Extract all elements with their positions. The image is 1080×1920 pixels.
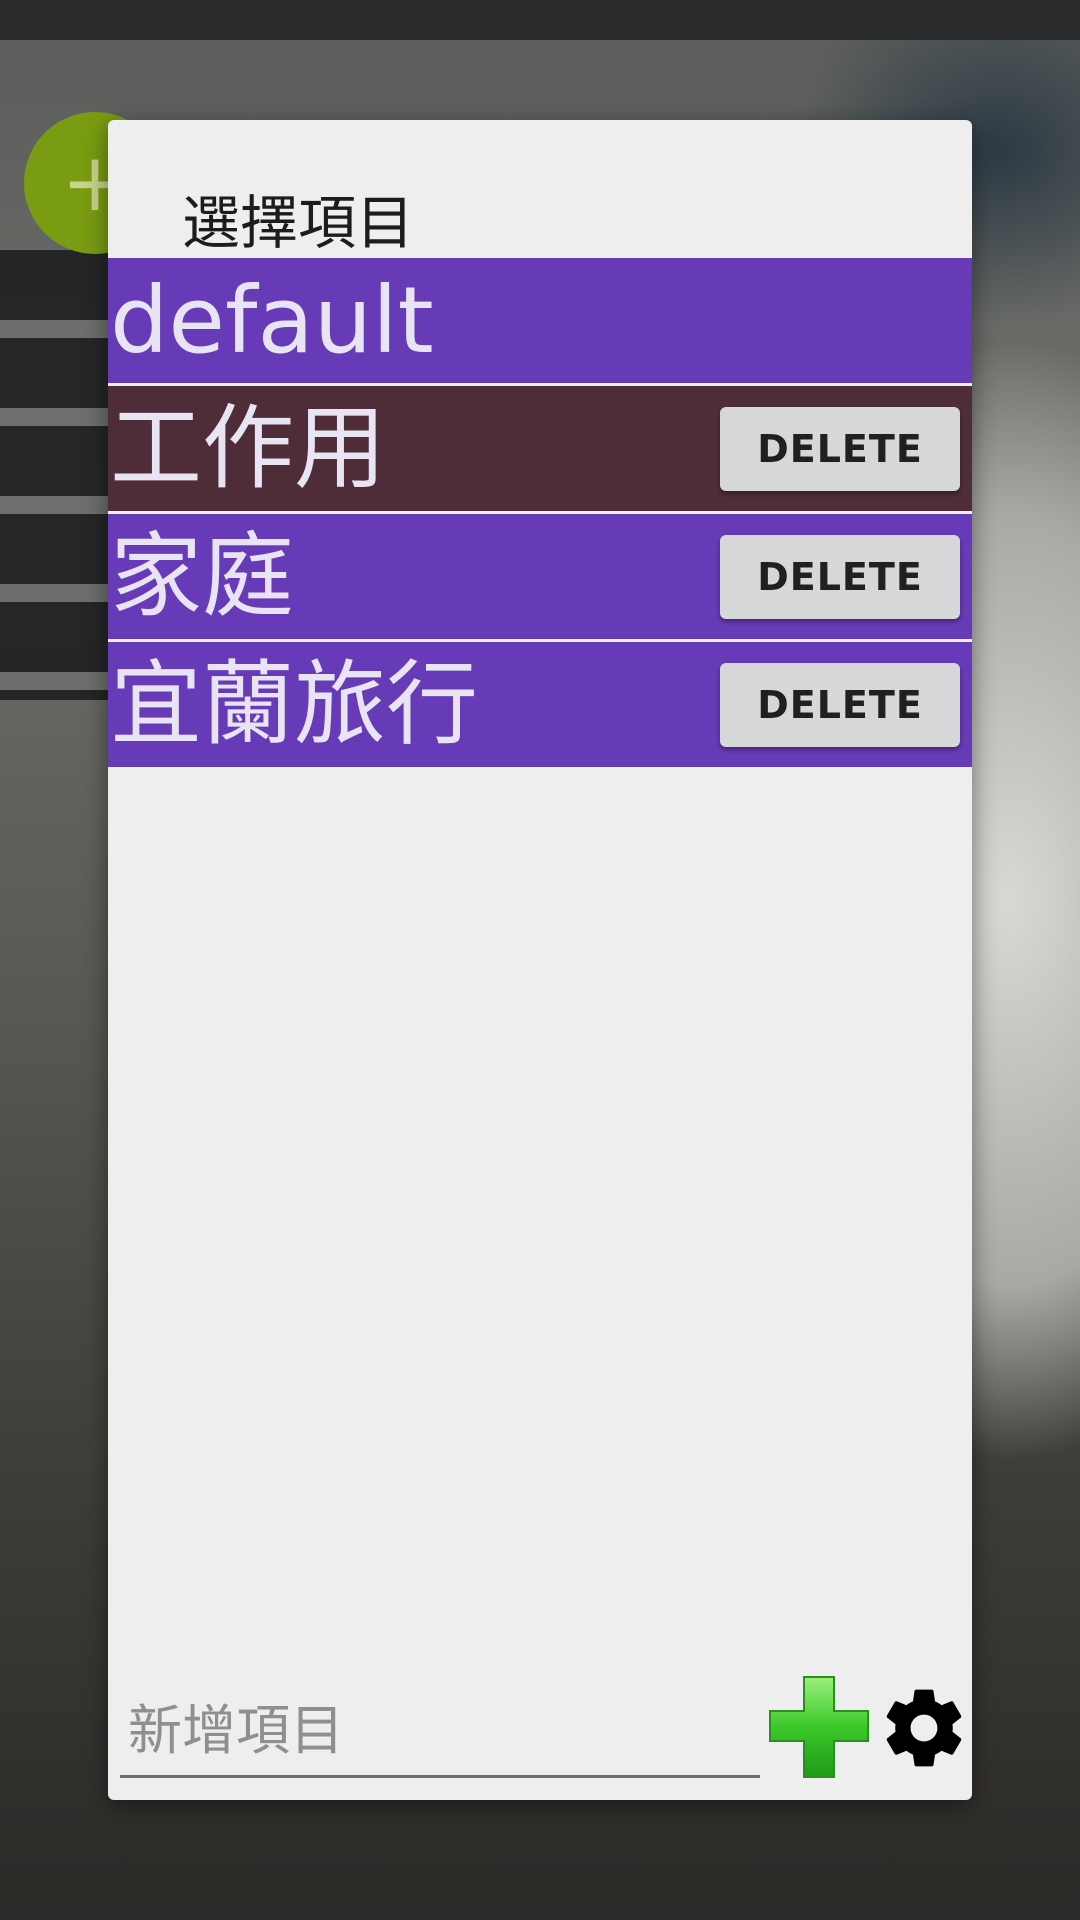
delete-button[interactable]: DELETE — [720, 406, 960, 491]
select-item-dialog: 選擇項目 default 工作用 DELETE 家庭 DELETE 宜蘭旅行 D… — [108, 120, 972, 1800]
dialog-title: 選擇項目 — [182, 189, 415, 257]
settings-button[interactable] — [878, 1682, 970, 1774]
list-item-yilan-trip[interactable]: 宜蘭旅行 DELETE — [108, 642, 972, 767]
list-item-label: 家庭 — [110, 522, 295, 630]
background-laptop-edge — [0, 0, 1080, 40]
delete-button[interactable]: DELETE — [720, 662, 960, 747]
list-item-label: 工作用 — [110, 394, 387, 502]
list-item-family[interactable]: 家庭 DELETE — [108, 514, 972, 639]
list-item-default[interactable]: default — [108, 258, 972, 383]
background-keyboard — [0, 250, 110, 700]
delete-button[interactable]: DELETE — [720, 534, 960, 619]
list-item-label: default — [110, 266, 434, 374]
new-item-input[interactable] — [120, 1685, 760, 1775]
add-item-button[interactable] — [768, 1675, 872, 1779]
new-item-field[interactable] — [120, 1685, 760, 1778]
list-item-label: 宜蘭旅行 — [110, 650, 479, 758]
green-plus-icon — [768, 1676, 872, 1782]
gear-icon — [878, 1689, 970, 1777]
list-item-work[interactable]: 工作用 DELETE — [108, 386, 972, 511]
